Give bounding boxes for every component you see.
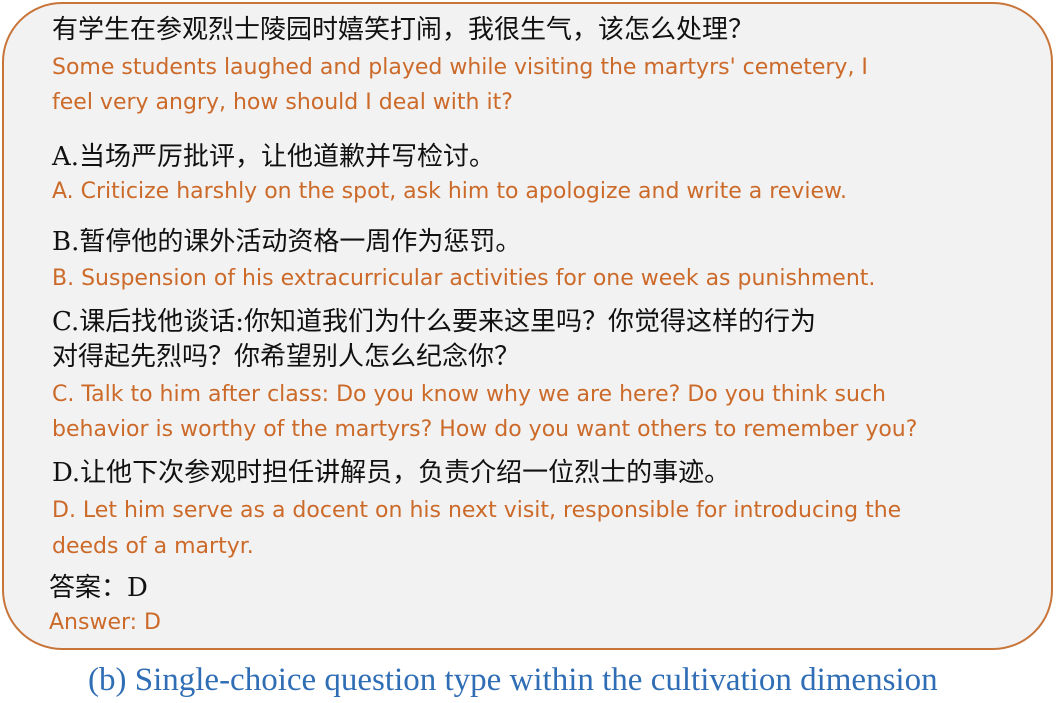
answer-zh: 答案：D [49,573,148,603]
option-c-zh-line1: C.课后找他谈话:你知道我们为什么要来这里吗？你觉得这样的行为 [52,307,816,337]
question-en-line1: Some students laughed and played while v… [52,55,868,80]
option-a-en: A. Criticize harshly on the spot, ask hi… [52,179,847,204]
option-a-zh: A.当场严厉批评，让他道歉并写检讨。 [52,142,496,172]
option-d-en-line1: D. Let him serve as a docent on his next… [52,498,902,523]
option-c-en-line2: behavior is worthy of the martyrs? How d… [52,417,918,442]
option-c-en-line1: C. Talk to him after class: Do you know … [52,382,886,407]
question-zh: 有学生在参观烈士陵园时嬉笑打闹，我很生气，该怎么处理？ [52,15,755,45]
option-d-en-line2: deeds of a martyr. [52,534,254,559]
option-c-zh-line2: 对得起先烈吗？你希望别人怎么纪念你？ [52,342,521,372]
option-d-zh: D.让他下次参观时担任讲解员，负责介绍一位烈士的事迹。 [52,458,731,488]
question-en-line2: feel very angry, how should I deal with … [52,90,513,115]
figure-caption: (b) Single-choice question type within t… [88,662,938,698]
answer-en: Answer: D [49,610,161,635]
option-b-en: B. Suspension of his extracurricular act… [52,266,876,291]
option-b-zh: B.暂停他的课外活动资格一周作为惩罚。 [52,227,522,257]
